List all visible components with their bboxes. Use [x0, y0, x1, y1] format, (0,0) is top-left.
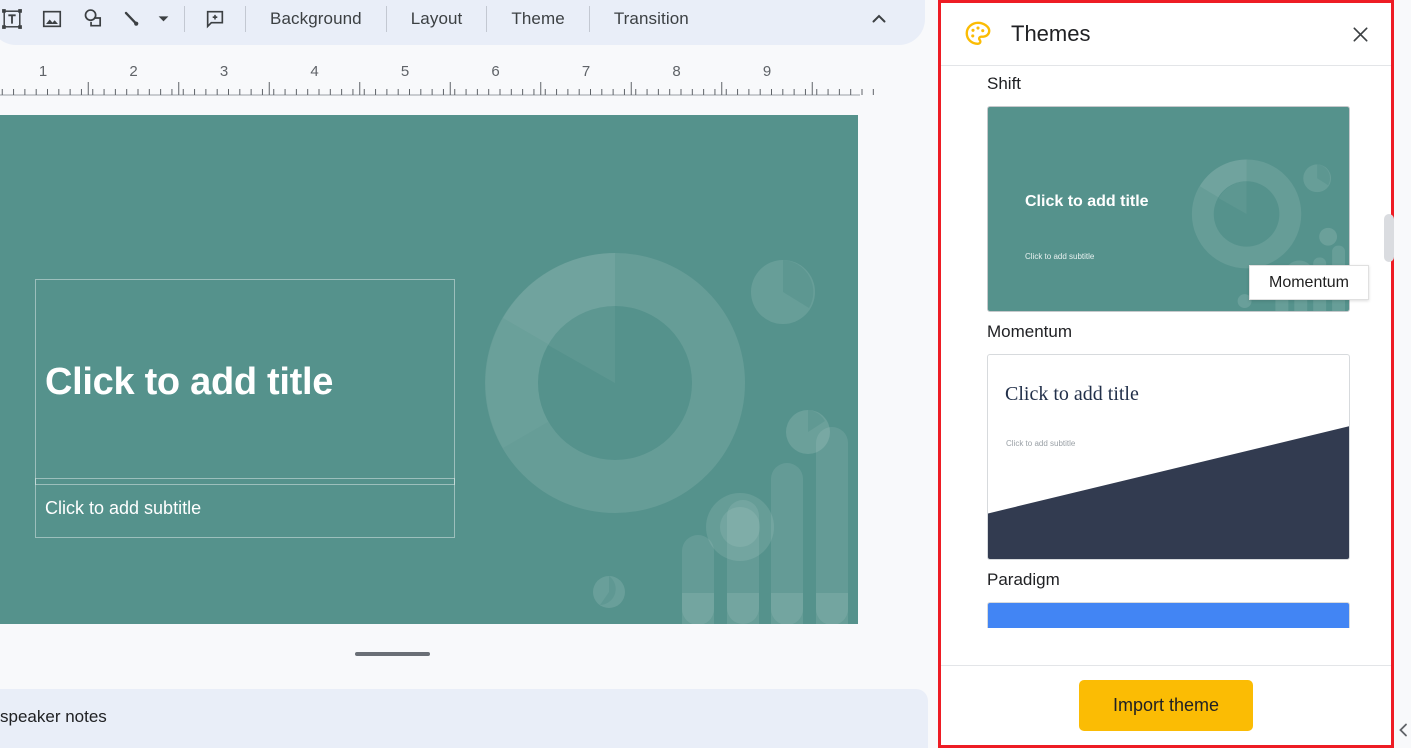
- theme-label-shift: Shift: [987, 74, 1349, 94]
- themes-panel-header: Themes: [941, 3, 1391, 66]
- palette-icon: [963, 19, 993, 49]
- insert-image-icon[interactable]: [32, 0, 72, 39]
- text-box-icon[interactable]: [0, 0, 32, 39]
- slide-subtitle-placeholder[interactable]: Click to add subtitle: [35, 478, 455, 538]
- transition-button[interactable]: Transition: [600, 3, 703, 35]
- notes-resize-handle[interactable]: [355, 652, 430, 656]
- svg-text:3: 3: [220, 63, 228, 80]
- collapse-panel-chevron-left-icon[interactable]: [1396, 722, 1411, 740]
- close-icon[interactable]: [1343, 17, 1377, 51]
- themes-list[interactable]: Shift Click: [941, 66, 1391, 628]
- theme-label-momentum: Momentum: [987, 322, 1349, 342]
- theme-label-paradigm: Paradigm: [987, 570, 1349, 590]
- panel-right-gutter: [1394, 0, 1411, 748]
- panel-title: Themes: [1011, 21, 1343, 47]
- layout-button[interactable]: Layout: [397, 3, 477, 35]
- theme-thumbnail-blue[interactable]: [987, 602, 1350, 628]
- toolbar-divider-3: [386, 6, 387, 32]
- themes-panel-scrollbar[interactable]: [1384, 214, 1394, 262]
- svg-text:9: 9: [763, 63, 771, 80]
- svg-text:1: 1: [39, 63, 47, 80]
- slide-title-placeholder[interactable]: Click to add title: [35, 279, 455, 485]
- line-icon[interactable]: [112, 0, 152, 39]
- slide-subtitle-text: Click to add subtitle: [45, 498, 201, 519]
- svg-text:5: 5: [401, 63, 409, 80]
- theme-tooltip: Momentum: [1249, 265, 1369, 300]
- comment-icon[interactable]: [195, 0, 235, 39]
- svg-text:6: 6: [491, 63, 499, 80]
- horizontal-ruler: 1 2 3 4 5 6 7 8 9: [0, 53, 940, 98]
- speaker-notes-text: speaker notes: [0, 707, 107, 726]
- svg-text:7: 7: [582, 63, 590, 80]
- paradigm-thumb-title: Click to add title: [1005, 383, 1139, 406]
- paradigm-thumb-subtitle: Click to add subtitle: [1006, 439, 1075, 448]
- toolbar-divider-2: [245, 6, 246, 32]
- themes-panel-footer: Import theme: [941, 665, 1391, 745]
- toolbar-divider-1: [184, 6, 185, 32]
- theme-thumbnail-paradigm[interactable]: Click to add title Click to add subtitle: [987, 354, 1350, 560]
- editor-toolbar: Background Layout Theme Transition: [0, 0, 925, 45]
- slides-editor-window: Background Layout Theme Transition 1 2 3 4 5…: [0, 0, 1411, 748]
- svg-text:4: 4: [310, 63, 318, 80]
- theme-button[interactable]: Theme: [497, 3, 578, 35]
- themes-panel: Themes Shift: [938, 0, 1394, 748]
- slide-title-text: Click to add title: [45, 361, 333, 404]
- momentum-thumb-title: Click to add title: [1025, 193, 1149, 211]
- shape-icon[interactable]: [72, 0, 112, 39]
- svg-text:8: 8: [672, 63, 680, 80]
- background-button[interactable]: Background: [256, 3, 376, 35]
- line-dropdown-caret-icon[interactable]: [152, 0, 174, 39]
- speaker-notes-area[interactable]: speaker notes: [0, 689, 928, 748]
- toolbar-divider-4: [486, 6, 487, 32]
- theme-tooltip-text: Momentum: [1269, 274, 1349, 292]
- svg-text:2: 2: [129, 63, 137, 80]
- import-theme-button[interactable]: Import theme: [1079, 680, 1253, 731]
- toolbar-divider-5: [589, 6, 590, 32]
- slide-canvas[interactable]: Click to add title Click to add subtitle: [0, 115, 858, 624]
- momentum-thumb-subtitle: Click to add subtitle: [1025, 252, 1094, 261]
- collapse-toolbar-chevron-up-icon[interactable]: [863, 3, 895, 35]
- editor-area: Background Layout Theme Transition 1 2 3 4 5…: [0, 0, 940, 748]
